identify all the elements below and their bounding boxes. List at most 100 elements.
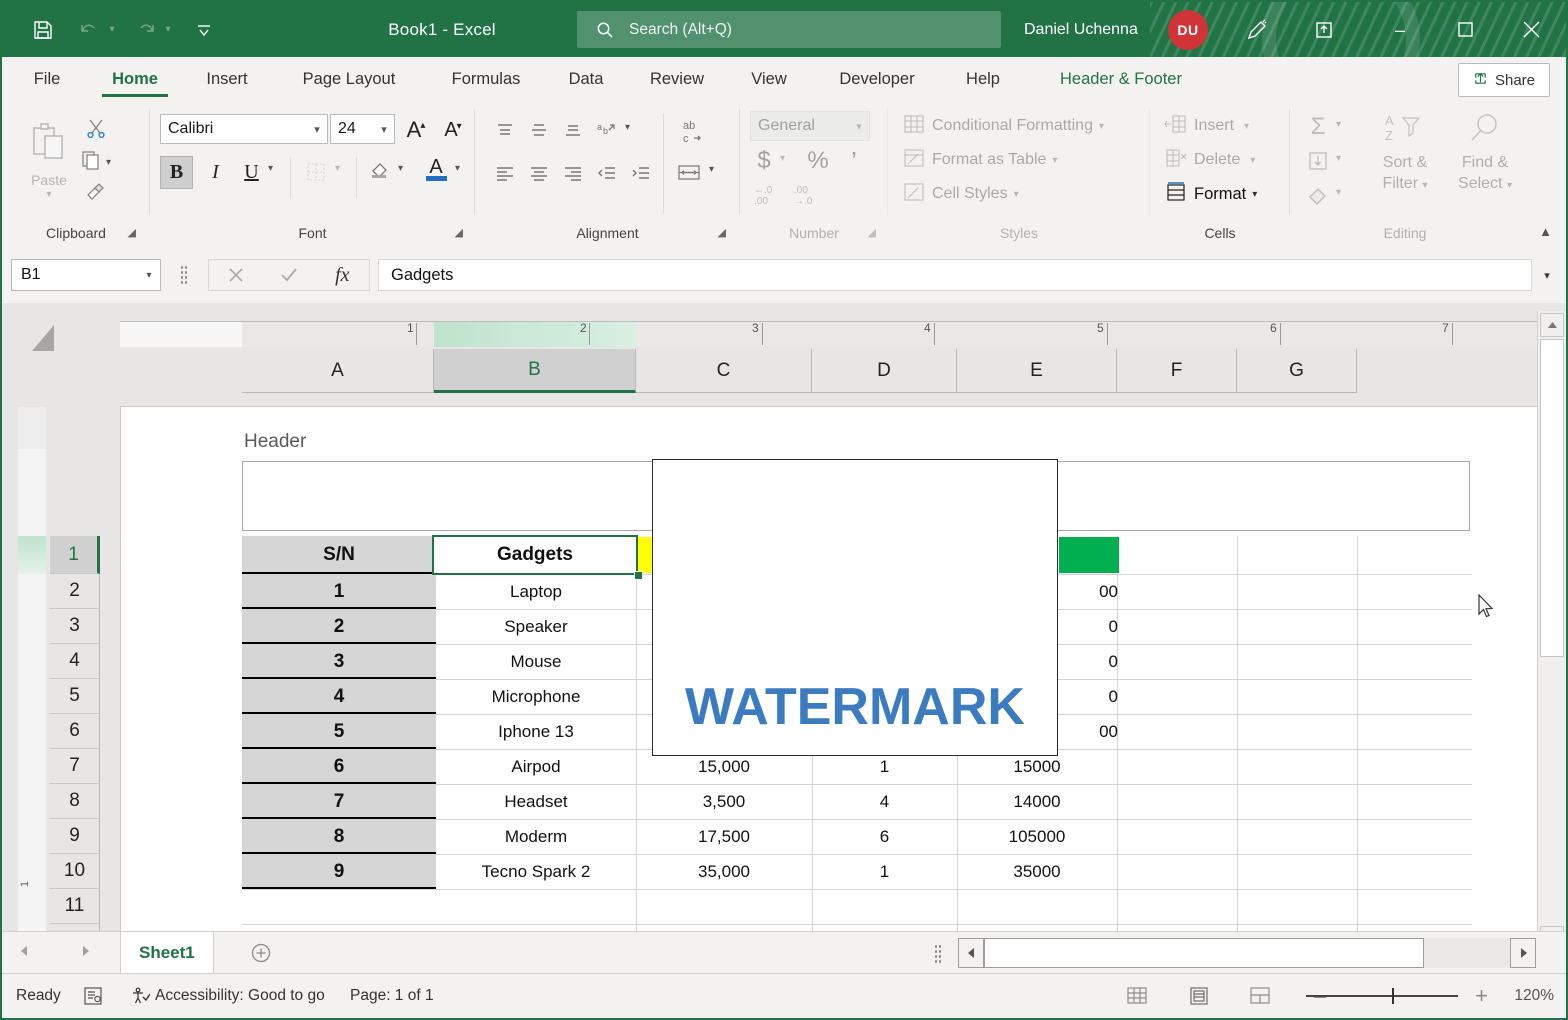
avatar[interactable]: DU: [1168, 10, 1208, 50]
cancel-x-icon[interactable]: [209, 260, 262, 290]
table-header-sn[interactable]: S/N: [242, 536, 436, 574]
wrap-text-icon[interactable]: ab c: [673, 113, 713, 149]
fill-color-dropdown[interactable]: ▾: [398, 163, 403, 174]
tab-review[interactable]: Review: [634, 57, 720, 101]
orientation-dropdown[interactable]: ▾: [625, 122, 630, 133]
table-cell-sn[interactable]: 9: [242, 854, 436, 889]
percent-style-icon[interactable]: %: [802, 145, 834, 177]
column-header-d[interactable]: D: [812, 349, 957, 393]
tab-insert[interactable]: Insert: [192, 57, 262, 101]
row-header-6[interactable]: 6: [50, 714, 100, 749]
conditional-formatting-button[interactable]: Conditional Formatting ▾: [902, 111, 1104, 141]
record-macro-icon[interactable]: [82, 974, 104, 1018]
table-cell-gadget[interactable]: Headset: [436, 784, 636, 819]
table-cell-gadget[interactable]: Moderm: [436, 819, 636, 854]
table-cell-sn[interactable]: 6: [242, 749, 436, 784]
format-painter-button[interactable]: [80, 179, 112, 209]
tab-header-and-footer[interactable]: Header & Footer: [1034, 57, 1208, 101]
copy-button[interactable]: ▾: [80, 147, 130, 177]
row-header-11[interactable]: 11: [50, 889, 100, 924]
share-button[interactable]: Share: [1458, 63, 1550, 97]
table-cell-qty[interactable]: 6: [812, 819, 957, 854]
clipboard-dialog-launcher[interactable]: ◢: [128, 226, 136, 239]
table-cell-sn[interactable]: 4: [242, 679, 436, 714]
maximize-button[interactable]: [1442, 2, 1488, 57]
ribbon-display-options-icon[interactable]: [1302, 2, 1346, 57]
increase-decimal-icon[interactable]: .00→.0: [788, 179, 828, 211]
table-cell-gadget[interactable]: Mouse: [436, 644, 636, 679]
zoom-in-button[interactable]: +: [1475, 974, 1488, 1018]
customize-quick-access-toolbar-icon[interactable]: [187, 2, 221, 57]
merge-and-center-icon[interactable]: [673, 157, 705, 189]
tab-data[interactable]: Data: [558, 57, 614, 101]
table-cell-price[interactable]: 35,000: [636, 854, 812, 889]
tab-home[interactable]: Home: [94, 57, 176, 101]
chevron-down-icon[interactable]: ▾: [138, 270, 160, 281]
fill-handle[interactable]: [634, 571, 643, 580]
tab-split-grip[interactable]: [934, 944, 942, 964]
table-cell-sn[interactable]: 2: [242, 609, 436, 644]
horizontal-scrollbar[interactable]: [958, 938, 1536, 968]
scroll-up-arrow-icon[interactable]: [1540, 313, 1564, 337]
font-color-dropdown[interactable]: ▾: [455, 163, 460, 174]
expand-formula-bar-chevron-icon[interactable]: ▾: [1534, 259, 1560, 291]
table-cell-price[interactable]: 3,500: [636, 784, 812, 819]
font-size-combo[interactable]: 24 ▾: [330, 114, 395, 144]
redo-button[interactable]: ▾: [129, 2, 177, 57]
number-dialog-launcher[interactable]: ◢: [868, 226, 876, 239]
cell-styles-button[interactable]: Cell Styles ▾: [902, 179, 1019, 209]
cut-button[interactable]: [80, 115, 112, 145]
format-cells-button[interactable]: Format ▾: [1164, 179, 1257, 209]
accessibility-status[interactable]: Accessibility: Good to go: [130, 974, 325, 1018]
increase-indent-icon[interactable]: [625, 157, 657, 189]
paste-button[interactable]: Paste ▾: [18, 115, 80, 207]
table-cell-sn[interactable]: 1: [242, 574, 436, 609]
sheet-tab-sheet1[interactable]: Sheet1: [120, 932, 214, 974]
column-header-e[interactable]: E: [957, 349, 1117, 393]
row-header-7[interactable]: 7: [50, 749, 100, 784]
delete-cells-button[interactable]: Delete ▾: [1164, 145, 1255, 175]
table-cell-qty[interactable]: 1: [812, 854, 957, 889]
table-cell-gadget[interactable]: Laptop: [436, 574, 636, 609]
watermark-image-box[interactable]: WATERMARK: [652, 459, 1058, 756]
vertical-scrollbar[interactable]: [1537, 311, 1566, 952]
underline-dropdown[interactable]: ▾: [268, 163, 273, 174]
cell-e1-highlight[interactable]: [1059, 537, 1119, 573]
tab-help[interactable]: Help: [954, 57, 1012, 101]
column-header-b[interactable]: B: [434, 349, 636, 393]
table-cell-sn[interactable]: 3: [242, 644, 436, 679]
underline-button[interactable]: U: [235, 156, 268, 189]
align-center-icon[interactable]: [523, 157, 555, 189]
add-sheet-plus-icon[interactable]: [245, 938, 277, 968]
row-header-5[interactable]: 5: [50, 679, 100, 714]
normal-view-icon[interactable]: [1120, 981, 1154, 1011]
minimize-button[interactable]: –: [1377, 2, 1423, 57]
row-header-3[interactable]: 3: [50, 609, 100, 644]
next-sheet-arrow-icon[interactable]: [78, 944, 92, 963]
enter-check-icon[interactable]: [262, 260, 315, 290]
fill-down-icon[interactable]: [1302, 145, 1334, 177]
table-cell-total[interactable]: 14000: [957, 784, 1117, 819]
page-break-preview-icon[interactable]: [1243, 981, 1277, 1011]
font-dialog-launcher[interactable]: ◢: [455, 226, 463, 239]
page-layout-view-icon[interactable]: [1182, 981, 1216, 1011]
decrease-indent-icon[interactable]: [591, 157, 623, 189]
ink-pen-icon[interactable]: [1235, 2, 1279, 57]
sort-and-filter-button[interactable]: A Z Sort & Filter ▾: [1366, 109, 1444, 209]
table-cell-gadget[interactable]: Microphone: [436, 679, 636, 714]
scroll-left-arrow-icon[interactable]: [958, 938, 984, 968]
merge-center-dropdown[interactable]: ▾: [709, 164, 714, 175]
align-top-icon[interactable]: [489, 115, 521, 147]
zoom-level-value[interactable]: 120%: [1514, 974, 1554, 1018]
selected-cell-b1[interactable]: Gadgets: [432, 535, 638, 575]
autosum-sigma-icon[interactable]: Σ: [1302, 111, 1334, 143]
decrease-font-size-icon[interactable]: A▾: [437, 114, 469, 146]
align-left-icon[interactable]: [489, 157, 521, 189]
name-box[interactable]: B1 ▾: [11, 259, 161, 291]
table-cell-sn[interactable]: 8: [242, 819, 436, 854]
format-as-table-button[interactable]: Format as Table ▾: [902, 145, 1057, 175]
align-right-icon[interactable]: [557, 157, 589, 189]
accounting-number-format-icon[interactable]: $: [748, 145, 780, 177]
tab-developer[interactable]: Developer: [818, 57, 936, 101]
comma-style-icon[interactable]: ’: [838, 145, 870, 177]
